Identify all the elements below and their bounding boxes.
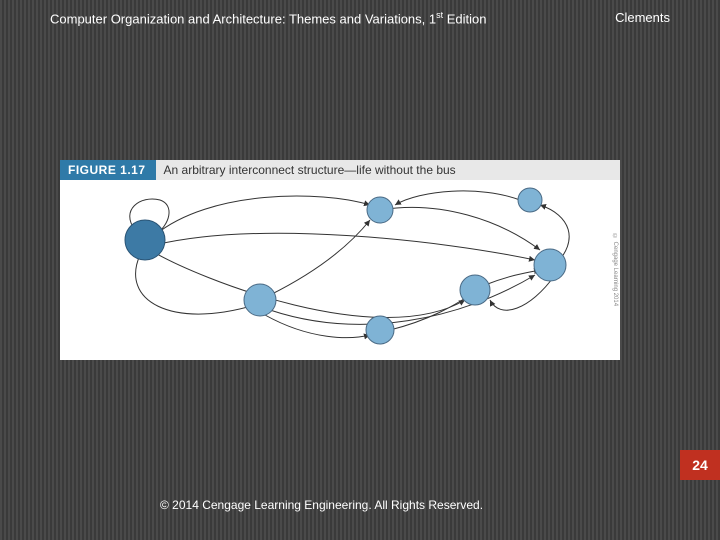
title-main: Computer Organization and Architecture: … <box>50 11 436 26</box>
node-4 <box>366 316 394 344</box>
figure-body: © Cengage Learning 2014 <box>60 180 620 360</box>
figure-caption: An arbitrary interconnect structure—life… <box>156 160 620 180</box>
node-7 <box>534 249 566 281</box>
slide-inner: Computer Organization and Architecture: … <box>40 10 680 530</box>
page-number: 24 <box>680 450 720 480</box>
figure: FIGURE 1.17 An arbitrary interconnect st… <box>60 160 620 360</box>
title-suffix: Edition <box>443 11 486 26</box>
slide: Computer Organization and Architecture: … <box>0 0 720 540</box>
node-5 <box>460 275 490 305</box>
node-6 <box>518 188 542 212</box>
figure-label: FIGURE 1.17 <box>60 160 156 180</box>
book-title: Computer Organization and Architecture: … <box>50 10 487 26</box>
node-3 <box>367 197 393 223</box>
copyright-text: © 2014 Cengage Learning Engineering. All… <box>160 498 483 512</box>
figure-credit: © Cengage Learning 2014 <box>610 182 618 358</box>
figure-header: FIGURE 1.17 An arbitrary interconnect st… <box>60 160 620 180</box>
interconnect-diagram <box>60 180 620 360</box>
node-1 <box>125 220 165 260</box>
slide-header: Computer Organization and Architecture: … <box>40 10 680 26</box>
node-2 <box>244 284 276 316</box>
author-name: Clements <box>585 10 670 26</box>
